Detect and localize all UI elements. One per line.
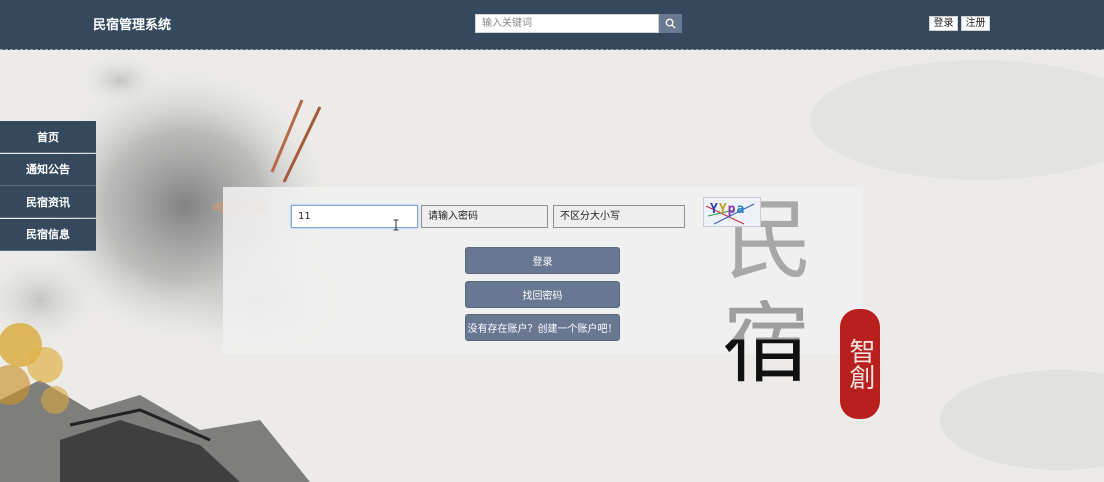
captcha-code: YYpa	[710, 202, 746, 217]
captcha-field[interactable]	[553, 205, 685, 228]
header-register-button[interactable]: 注册	[961, 16, 990, 31]
calligraphy-char-su: 宿	[722, 292, 811, 395]
top-nav-bar: 民宿管理系统 登录 注册	[0, 0, 1104, 50]
red-seal-stamp: 智創	[840, 309, 880, 419]
sidebar-item-notices[interactable]: 通知公告	[0, 153, 96, 186]
header-login-button[interactable]: 登录	[929, 16, 958, 31]
captcha-image[interactable]: YYpa	[703, 197, 761, 227]
search-icon	[665, 18, 676, 29]
create-account-button[interactable]: 没有存在账户？创建一个账户吧！	[465, 314, 620, 341]
search-input[interactable]	[475, 14, 659, 33]
search-button[interactable]	[659, 14, 682, 33]
sidebar-item-homestay-info[interactable]: 民宿信息	[0, 218, 96, 251]
password-field[interactable]	[421, 205, 548, 228]
sidebar-item-label: 民宿信息	[26, 228, 70, 241]
text-cursor-icon	[393, 219, 399, 231]
sidebar-item-home[interactable]: 首页	[0, 121, 96, 153]
forgot-password-button[interactable]: 找回密码	[465, 281, 620, 308]
sidebar-item-news[interactable]: 民宿资讯	[0, 186, 96, 218]
login-button[interactable]: 登录	[465, 247, 620, 274]
sidebar-item-label: 首页	[37, 130, 59, 144]
sidebar-item-label: 通知公告	[26, 163, 70, 176]
sidebar-menu: 首页 通知公告 民宿资讯 民宿信息	[0, 121, 96, 251]
sidebar-item-label: 民宿资讯	[26, 195, 70, 209]
site-brand-title[interactable]: 民宿管理系统	[93, 14, 171, 33]
seal-text: 智創	[845, 338, 875, 390]
